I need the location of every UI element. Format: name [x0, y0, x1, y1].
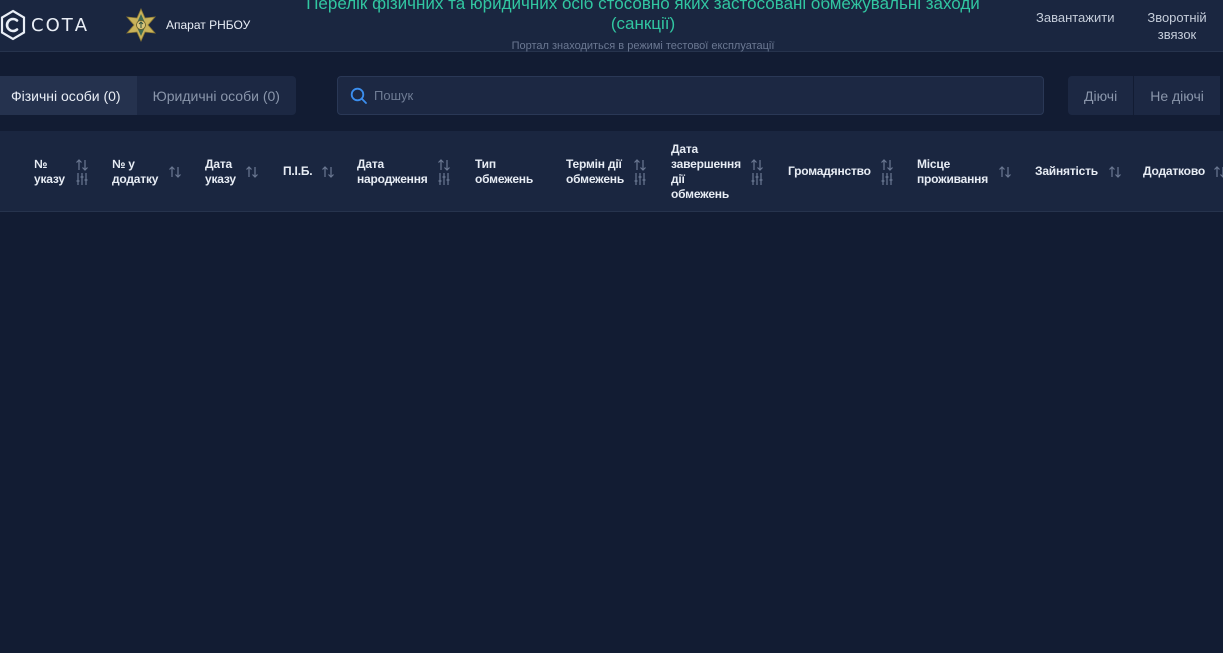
- column-label-line: Дата: [205, 156, 232, 171]
- column-label-line: Місце: [917, 156, 951, 171]
- org-link[interactable]: Апарат РНБОУ: [124, 8, 250, 42]
- table-body: [0, 212, 1223, 653]
- sort-icon[interactable]: [321, 165, 335, 179]
- filter-icon[interactable]: [633, 172, 647, 186]
- tab-individuals[interactable]: Фізичні особи (0): [0, 76, 137, 115]
- column-label-line: завершення: [671, 156, 741, 171]
- logo-text: СОТА: [31, 14, 90, 36]
- column-label-line: Зайнятість: [1035, 164, 1098, 178]
- sort-icon[interactable]: [168, 165, 182, 179]
- filter-icon[interactable]: [437, 172, 451, 186]
- column-label-line: додатку: [112, 171, 159, 186]
- column-label-line: обмежень: [566, 171, 625, 186]
- status-filter-group: Діючі Не діючі: [1068, 76, 1220, 115]
- column-label-line: Дата: [357, 156, 384, 171]
- column-label-line: народження: [357, 171, 428, 186]
- sort-icon[interactable]: [750, 158, 764, 172]
- column-label-line: № у: [112, 156, 135, 171]
- page-title: Перелік фізичних та юридичних осіб стосо…: [255, 0, 1031, 34]
- column-label-line: Тип: [475, 156, 496, 171]
- column-header-decree-number[interactable]: № указу: [34, 131, 89, 212]
- column-header-residence[interactable]: Місце проживання: [917, 131, 1012, 212]
- sort-icon[interactable]: [880, 158, 894, 172]
- filter-icon[interactable]: [880, 172, 894, 186]
- column-label-line: Дата: [671, 141, 698, 156]
- column-header-restriction-term[interactable]: Термін дії обмежень: [566, 131, 647, 212]
- page-title-line2: (санкції): [610, 14, 676, 33]
- sort-icon[interactable]: [633, 158, 647, 172]
- column-header-occupation[interactable]: Зайнятість: [1035, 131, 1122, 212]
- sort-icon[interactable]: [437, 158, 451, 172]
- column-header-birth-date[interactable]: Дата народження: [357, 131, 451, 212]
- column-label-line: указу: [205, 171, 236, 186]
- page-title-line1: Перелік фізичних та юридичних осіб стосо…: [306, 0, 980, 13]
- column-label-line: Термін дії: [566, 156, 622, 171]
- sort-icon[interactable]: [1213, 165, 1223, 179]
- column-label-line: обмежень: [475, 171, 534, 186]
- filter-icon[interactable]: [75, 172, 89, 186]
- page: СОТА Апарат РНБОУ Перелік фізичних та юр…: [0, 0, 1223, 653]
- search-input[interactable]: [374, 88, 1043, 103]
- column-header-full-name[interactable]: П.І.Б.: [283, 131, 335, 212]
- column-header-appendix-number[interactable]: № у додатку: [112, 131, 182, 212]
- column-header-restriction-type[interactable]: Тип обмежень: [475, 131, 533, 212]
- sort-icon[interactable]: [245, 165, 259, 179]
- column-label-line: П.І.Б.: [283, 164, 313, 178]
- filter-inactive-button[interactable]: Не діючі: [1133, 76, 1220, 115]
- column-header-decree-date[interactable]: Дата указу: [205, 131, 259, 212]
- sota-logo[interactable]: СОТА: [0, 9, 89, 41]
- column-label-line: Додатково: [1143, 164, 1205, 178]
- search-icon: [350, 87, 368, 105]
- filter-active-button[interactable]: Діючі: [1068, 76, 1133, 115]
- column-label-line: №: [34, 156, 48, 171]
- column-header-citizenship[interactable]: Громадянство: [788, 131, 894, 212]
- test-mode-notice: Портал знаходиться в режимі тестової екс…: [511, 40, 775, 52]
- column-label-line: проживання: [917, 171, 989, 186]
- sort-icon[interactable]: [1108, 165, 1122, 179]
- org-label: Апарат РНБОУ: [166, 18, 251, 32]
- sort-icon[interactable]: [75, 158, 89, 172]
- table-header: № указу № у додатку Дата указу П.І.Б. Да…: [0, 131, 1223, 212]
- coat-of-arms-icon: [126, 8, 156, 42]
- column-header-additional[interactable]: Додатково: [1143, 131, 1223, 212]
- feedback-label-line2: звязок: [1157, 27, 1197, 42]
- column-header-restriction-end-date[interactable]: Дата завершення дії обмежень: [671, 131, 764, 212]
- filter-icon[interactable]: [750, 172, 764, 186]
- tab-legal-entities[interactable]: Юридичні особи (0): [137, 76, 296, 115]
- column-label-line: обмежень: [671, 186, 730, 201]
- download-link[interactable]: Завантажити: [1036, 9, 1114, 26]
- feedback-label-line1: Зворотній: [1147, 10, 1207, 25]
- entity-type-tabs: Фізичні особи (0) Юридичні особи (0): [0, 76, 296, 115]
- search-box: [337, 76, 1044, 115]
- feedback-link[interactable]: Зворотній звязок: [1140, 9, 1214, 43]
- sota-logo-icon: [0, 9, 26, 41]
- column-label-line: Громадянство: [788, 164, 871, 178]
- column-label-line: дії: [671, 171, 685, 186]
- sort-icon[interactable]: [998, 165, 1012, 179]
- column-label-line: указу: [34, 171, 65, 186]
- top-header: СОТА Апарат РНБОУ Перелік фізичних та юр…: [0, 0, 1223, 52]
